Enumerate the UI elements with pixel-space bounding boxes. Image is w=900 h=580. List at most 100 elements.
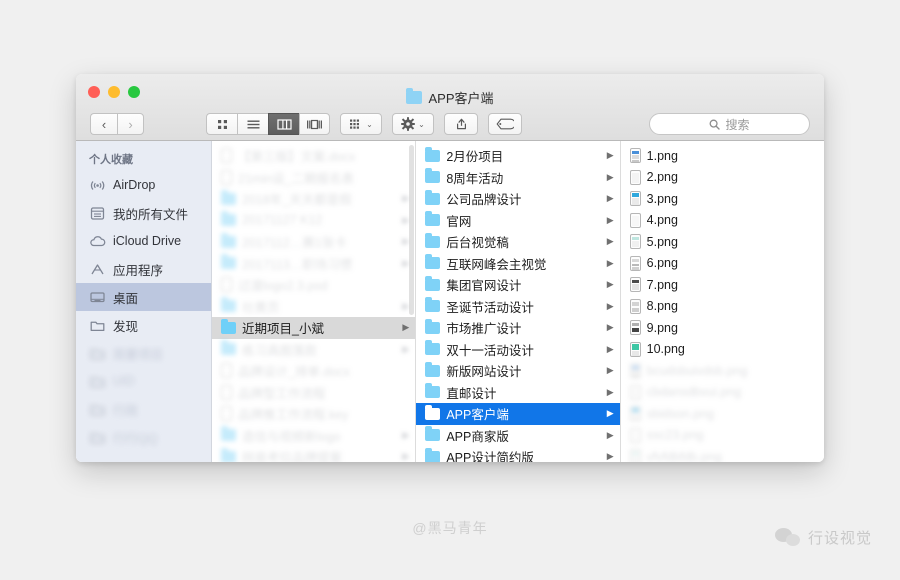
sidebar-item-5[interactable]: 桌面 — [76, 283, 211, 311]
table-row[interactable]: cbdansdbvui.png — [621, 382, 824, 404]
table-row[interactable]: 集团官网设计 ▶ — [416, 274, 619, 296]
finder-body: 个人收藏 AirDrop 我的所有文件 iCloud Drive 应用程序 桌面 发现 简要… — [76, 141, 824, 462]
table-row[interactable]: 21min设_二期报名表 — [212, 167, 415, 189]
file-name-label: vfvfdbfdb.png — [646, 449, 722, 462]
table-row[interactable]: 10.png — [621, 339, 824, 361]
sidebar-item-8[interactable]: UID — [76, 367, 211, 395]
table-row[interactable]: 品牌推工作流程.key — [212, 403, 415, 425]
sidebar-item-4[interactable]: 应用程序 — [76, 255, 211, 283]
file-column-2[interactable]: 2月份项目 ▶ 8周年活动 ▶ 公司品牌设计 ▶ 官网 ▶ 后台视觉稿 ▶ 互联网峰会主视觉 ▶ 集团官… — [416, 141, 621, 462]
sidebar-item-6[interactable]: 发现 — [76, 311, 211, 339]
tag-button[interactable] — [488, 113, 522, 135]
document-icon — [221, 363, 232, 379]
table-row[interactable]: APP设计简约版 ▶ — [416, 446, 619, 462]
table-row[interactable]: 社黄页 ▶ — [212, 296, 415, 318]
coverflow-view-button[interactable] — [299, 113, 330, 135]
file-column-3[interactable]: 1.png 2.png 3.png 4.png 5.png 6.png 7.png 8.png… — [620, 141, 824, 462]
table-row[interactable]: APP客户端 ▶ — [416, 403, 620, 425]
table-row[interactable]: 【第三版】文案.docx — [212, 145, 415, 167]
table-row[interactable]: 5.png — [621, 231, 824, 253]
desktop-icon — [89, 290, 106, 305]
file-name-label: 2.png — [646, 170, 678, 185]
table-row[interactable]: 8周年活动 ▶ — [416, 167, 619, 189]
table-row[interactable]: 新版网站设计 ▶ — [416, 360, 619, 382]
chevron-right-icon: ▶ — [606, 365, 614, 376]
sidebar-item-label: UID — [113, 374, 135, 388]
chevron-right-icon: ▶ — [606, 257, 614, 268]
table-row[interactable]: 4.png — [621, 210, 824, 232]
table-row[interactable]: 2月份项目 ▶ — [416, 145, 619, 167]
chevron-right-icon: ▶ — [606, 386, 614, 397]
table-row[interactable]: 近期项目_小斌 ▶ — [212, 317, 416, 339]
list-view-button[interactable] — [237, 113, 268, 135]
sidebar-item-9[interactable]: 行政 — [76, 395, 211, 423]
table-row[interactable]: 2017113…职场习惯 ▶ — [212, 253, 415, 275]
sidebar-item-1[interactable]: AirDrop — [76, 171, 211, 199]
share-button[interactable] — [444, 113, 478, 135]
file-name-label: 网易考拉品牌提案 — [242, 451, 343, 462]
back-button[interactable]: ‹ — [90, 113, 117, 135]
table-row[interactable]: 双十一活动设计 ▶ — [416, 339, 619, 361]
table-row[interactable]: 1.png — [621, 145, 824, 167]
icloud-icon — [89, 234, 106, 249]
file-name-label: bcudsbuivdsb.png — [646, 363, 748, 378]
file-name-label: 练习具图落款 — [242, 343, 318, 358]
file-name-label: 双十一活动设计 — [446, 343, 534, 358]
table-row[interactable]: 市场推广设计 ▶ — [416, 317, 619, 339]
chevron-right-icon: ▶ — [402, 257, 410, 268]
arrange-button[interactable]: ⌄ — [340, 113, 382, 135]
table-row[interactable]: 20171127 K12 ▶ — [212, 210, 415, 232]
table-row[interactable]: 9.png — [621, 317, 824, 339]
table-row[interactable]: 过渡logo2.3.psd — [212, 274, 415, 296]
table-row[interactable]: 8.png — [621, 296, 824, 318]
table-row[interactable]: 后台视觉稿 ▶ — [416, 231, 619, 253]
folder-icon — [221, 447, 236, 462]
window-title-text: APP客户端 — [428, 91, 494, 106]
table-row[interactable]: 7.png — [621, 274, 824, 296]
table-row[interactable]: 2.png — [621, 167, 824, 189]
table-row[interactable]: 互联网峰会主视觉 ▶ — [416, 253, 619, 275]
gear-icon — [401, 117, 415, 131]
table-row[interactable]: ssc23.png — [621, 425, 824, 447]
sidebar-item-10[interactable]: 行行QQ — [76, 423, 211, 451]
chevron-right-icon: ▶ — [606, 429, 614, 440]
column-1-list: 【第三版】文案.docx 21min设_二期报名表 2018年_天天都是假 ▶ 2017… — [212, 145, 416, 462]
table-row[interactable]: 网易考拉品牌提案 ▶ — [212, 446, 415, 462]
table-row[interactable]: bcudsbuivdsb.png — [621, 360, 824, 382]
table-row[interactable]: 3.png — [621, 188, 824, 210]
table-row[interactable]: vfvfdbfdb.png — [621, 446, 824, 462]
column-1-scrollbar[interactable] — [409, 145, 415, 315]
table-row[interactable]: 品牌型工作流程 — [212, 382, 415, 404]
table-row[interactable]: 品牌设计_排单.docx — [212, 360, 415, 382]
chevron-left-icon: ‹ — [101, 116, 107, 132]
file-name-label: 10.png — [646, 342, 685, 357]
search-input[interactable]: 搜索 — [649, 113, 810, 135]
chevron-right-icon: ▶ — [606, 300, 614, 311]
icon-view-button[interactable] — [206, 113, 237, 135]
document-icon — [221, 384, 232, 400]
file-name-label: 21min设_二期报名表 — [238, 171, 354, 186]
sidebar-item-3[interactable]: iCloud Drive — [76, 227, 211, 255]
sidebar-item-2[interactable]: 我的所有文件 — [76, 199, 211, 227]
table-row[interactable]: 2017112…赛1张卡 ▶ — [212, 231, 415, 253]
table-row[interactable]: sbidson.png — [621, 403, 824, 425]
file-column-1[interactable]: 【第三版】文案.docx 21min设_二期报名表 2018年_天天都是假 ▶ 2017… — [212, 141, 417, 462]
table-row[interactable]: 造信与视频新logo ▶ — [212, 425, 415, 447]
table-row[interactable]: APP商家版 ▶ — [416, 425, 619, 447]
table-row[interactable]: 2018年_天天都是假 ▶ — [212, 188, 415, 210]
file-name-label: 9.png — [646, 320, 678, 335]
table-row[interactable]: 练习具图落款 ▶ — [212, 339, 415, 361]
column-view-button[interactable] — [268, 113, 299, 135]
table-row[interactable]: 直邮设计 ▶ — [416, 382, 619, 404]
folder-icon — [425, 361, 441, 377]
document-icon — [221, 169, 232, 185]
table-row[interactable]: 公司品牌设计 ▶ — [416, 188, 619, 210]
file-name-label: sbidson.png — [646, 406, 715, 421]
folder-icon — [89, 374, 106, 389]
table-row[interactable]: 圣诞节活动设计 ▶ — [416, 296, 619, 318]
action-menu-button[interactable]: ⌄ — [392, 113, 434, 135]
table-row[interactable]: 官网 ▶ — [416, 210, 619, 232]
forward-button[interactable]: › — [117, 113, 144, 135]
table-row[interactable]: 6.png — [621, 253, 824, 275]
sidebar-item-7[interactable]: 简要项目 — [76, 339, 211, 367]
